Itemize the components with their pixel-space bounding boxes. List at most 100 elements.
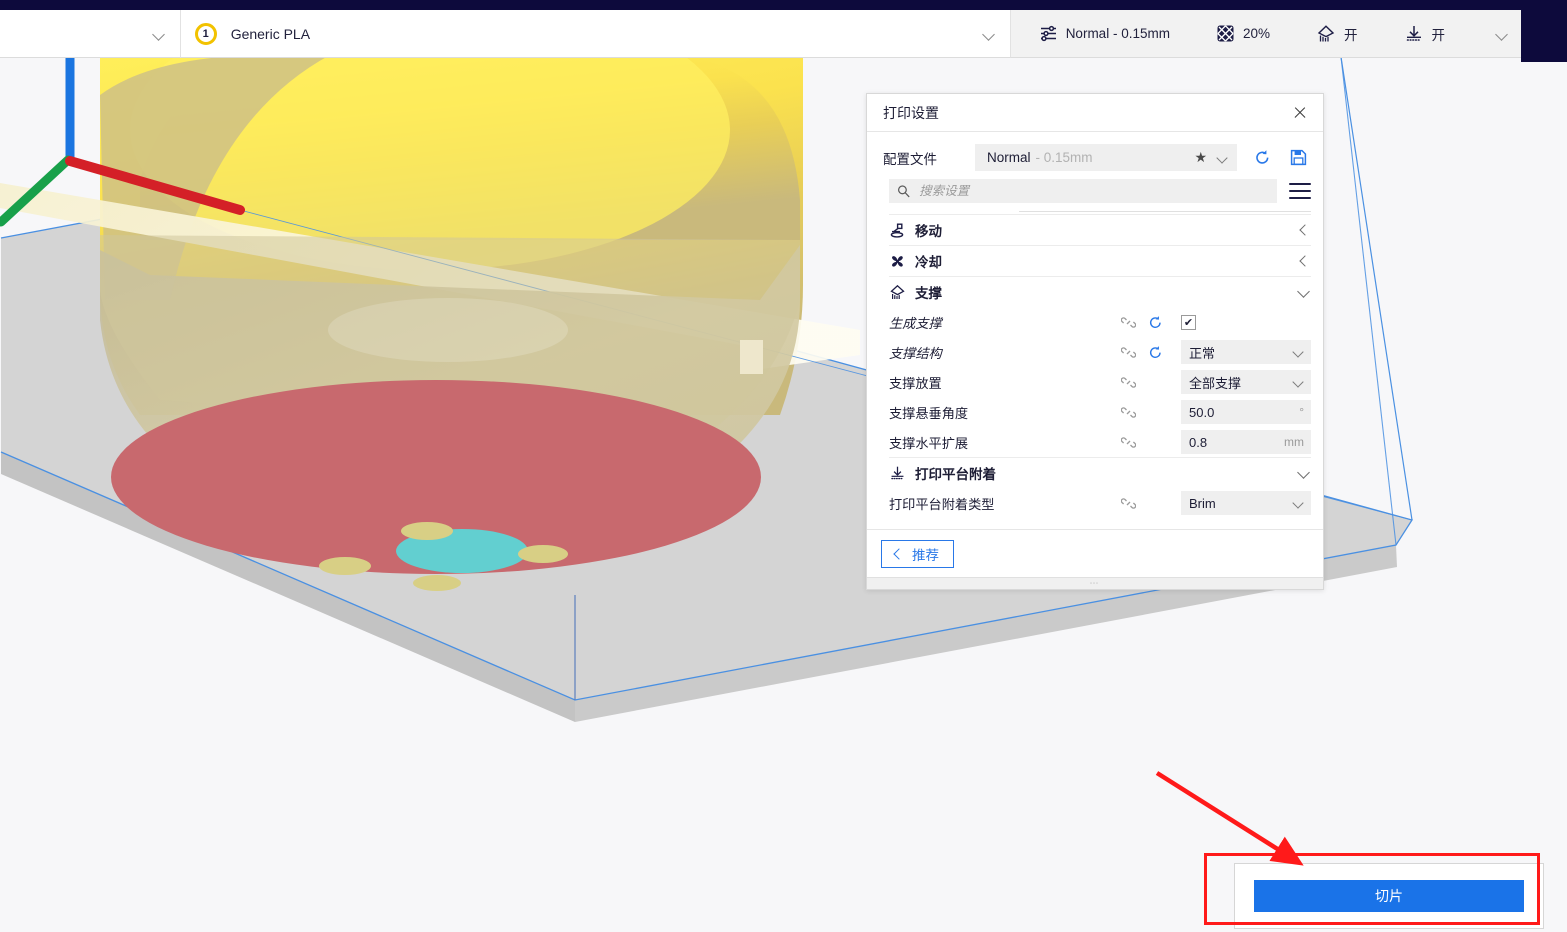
chevron-down-icon bbox=[1293, 376, 1305, 388]
reset-icon bbox=[1255, 150, 1268, 164]
3d-viewport[interactable] bbox=[0, 0, 1567, 932]
setting-row-support-horizontal-expansion: 支撑水平扩展 0.8 mm bbox=[889, 427, 1311, 457]
search-icon bbox=[897, 185, 910, 198]
chevron-left-icon bbox=[1297, 223, 1311, 237]
print-settings-button[interactable]: Normal - 0.15mm bbox=[1027, 10, 1182, 57]
support-structure-combobox[interactable]: 正常 bbox=[1181, 340, 1311, 364]
category-header-move[interactable]: 移动 bbox=[889, 214, 1311, 245]
model-hole bbox=[401, 522, 453, 540]
reset-icon[interactable] bbox=[1148, 315, 1163, 330]
category-title: 打印平台附着 bbox=[915, 467, 996, 482]
profile-sublabel: - 0.15mm bbox=[1035, 150, 1093, 165]
combo-value: 正常 bbox=[1189, 345, 1216, 361]
reset-profile-button[interactable] bbox=[1251, 147, 1273, 169]
material-name: Generic PLA bbox=[230, 25, 311, 42]
field-unit: mm bbox=[1284, 435, 1304, 449]
search-box[interactable] bbox=[889, 179, 1277, 203]
setting-label: 支撑结构 bbox=[889, 345, 942, 361]
support-horizontal-expansion-field[interactable]: 0.8 mm bbox=[1181, 430, 1311, 454]
material-selector[interactable]: 1 Generic PLA bbox=[180, 10, 1011, 58]
sliders-icon bbox=[1040, 25, 1056, 42]
printer-selector[interactable] bbox=[0, 10, 181, 58]
combo-value: 全部支撑 bbox=[1189, 375, 1242, 391]
print-setup-selector[interactable]: Normal - 0.15mm 20% 开 开 bbox=[1010, 10, 1521, 58]
chevron-left-icon bbox=[892, 549, 902, 559]
support-icon bbox=[1317, 24, 1335, 41]
chevron-down-icon bbox=[152, 27, 166, 41]
support-placement-combobox[interactable]: 全部支撑 bbox=[1181, 370, 1311, 394]
action-panel: 切片 bbox=[1234, 863, 1544, 929]
combo-value: Brim bbox=[1189, 495, 1216, 511]
link-icon[interactable] bbox=[1121, 345, 1136, 360]
extruder-number-badge: 1 bbox=[194, 22, 217, 45]
print-settings-panel: 打印设置 配置文件 Normal - 0.15mm ★ 搜索设置 移动 冷却 支… bbox=[866, 93, 1324, 590]
slice-button[interactable]: 切片 bbox=[1254, 880, 1524, 912]
infill-label: 20% bbox=[1242, 26, 1270, 41]
window-top-strip bbox=[0, 0, 1567, 10]
model-hole bbox=[518, 545, 568, 563]
generate-support-checkbox[interactable]: ✔ bbox=[1181, 314, 1196, 330]
setting-label: 支撑放置 bbox=[889, 375, 942, 391]
profile-name: Normal bbox=[987, 150, 1031, 165]
chevron-down-icon bbox=[1297, 285, 1311, 299]
print-settings-label: Normal - 0.15mm bbox=[1065, 26, 1170, 41]
field-value: 50.0 bbox=[1189, 404, 1215, 420]
settings-list[interactable]: 移动 冷却 支撑 生成支撑 ✔ 支撑结构 正常 支撑放置 全部支撑 支撑悬垂角度… bbox=[867, 211, 1323, 529]
setting-row-support-angle: 支撑悬垂角度 50.0 ° bbox=[889, 397, 1311, 427]
chevron-left-icon bbox=[1297, 254, 1311, 268]
setting-label: 打印平台附着类型 bbox=[889, 496, 995, 512]
profile-row: 配置文件 Normal - 0.15mm ★ bbox=[867, 132, 1323, 177]
setting-row-adhesion-type: 打印平台附着类型 Brim bbox=[889, 488, 1311, 518]
model-hole bbox=[413, 575, 461, 591]
link-icon[interactable] bbox=[1121, 375, 1136, 390]
profile-combobox[interactable]: Normal - 0.15mm ★ bbox=[975, 144, 1237, 171]
window-top-right-strip bbox=[1521, 0, 1567, 62]
support-angle-field[interactable]: 50.0 ° bbox=[1181, 400, 1311, 424]
toolbar-overflow-button[interactable] bbox=[1483, 10, 1521, 57]
save-profile-button[interactable] bbox=[1287, 147, 1309, 169]
category-title: 移动 bbox=[915, 224, 942, 239]
chevron-down-icon bbox=[1495, 27, 1509, 41]
close-icon[interactable] bbox=[1291, 104, 1309, 122]
search-row bbox=[867, 177, 1323, 211]
support-button[interactable]: 开 bbox=[1304, 10, 1370, 57]
setting-label: 生成支撑 bbox=[889, 315, 942, 331]
setting-row-support-placement: 支撑放置 全部支撑 bbox=[889, 367, 1311, 397]
profile-label: 配置文件 bbox=[883, 151, 937, 167]
move-icon bbox=[890, 223, 904, 238]
build-plate-adhesion-icon bbox=[891, 466, 904, 479]
search-input[interactable] bbox=[917, 183, 1277, 199]
cooling-fan-icon bbox=[892, 255, 903, 267]
field-value: 0.8 bbox=[1189, 434, 1208, 450]
category-header-support[interactable]: 支撑 bbox=[889, 276, 1311, 307]
panel-header: 打印设置 bbox=[867, 94, 1323, 132]
hamburger-menu-icon[interactable] bbox=[1289, 183, 1311, 199]
adhesion-button[interactable]: 开 bbox=[1392, 10, 1458, 57]
reset-icon[interactable] bbox=[1148, 345, 1163, 360]
star-icon[interactable]: ★ bbox=[1194, 149, 1207, 166]
adhesion-type-combobox[interactable]: Brim bbox=[1181, 491, 1311, 515]
link-icon[interactable] bbox=[1121, 315, 1136, 330]
link-icon[interactable] bbox=[1121, 496, 1136, 511]
divider bbox=[1019, 211, 1311, 212]
infill-button[interactable]: 20% bbox=[1204, 10, 1282, 57]
infill-grid-icon bbox=[1217, 25, 1234, 42]
top-toolbar: 1 Generic PLA Normal - 0.15mm 20% 开 开 bbox=[0, 10, 1521, 58]
setting-label: 支撑水平扩展 bbox=[889, 435, 969, 451]
link-icon[interactable] bbox=[1121, 435, 1136, 450]
category-header-cooling[interactable]: 冷却 bbox=[889, 245, 1311, 276]
save-icon bbox=[1290, 149, 1306, 166]
category-header-adhesion[interactable]: 打印平台附着 bbox=[889, 457, 1311, 488]
link-icon[interactable] bbox=[1121, 405, 1136, 420]
panel-title: 打印设置 bbox=[883, 104, 939, 121]
support-label: 开 bbox=[1344, 27, 1358, 43]
category-title: 支撑 bbox=[915, 286, 942, 301]
field-unit: ° bbox=[1299, 405, 1304, 419]
recommended-mode-button[interactable]: 推荐 bbox=[881, 539, 954, 568]
panel-resize-grip[interactable]: ⋯ bbox=[867, 577, 1323, 589]
category-title: 冷却 bbox=[915, 255, 942, 270]
panel-footer: 推荐 bbox=[867, 529, 1323, 577]
chevron-down-icon bbox=[1293, 346, 1305, 358]
setting-label: 支撑悬垂角度 bbox=[889, 405, 969, 421]
chevron-down-icon bbox=[982, 27, 996, 41]
